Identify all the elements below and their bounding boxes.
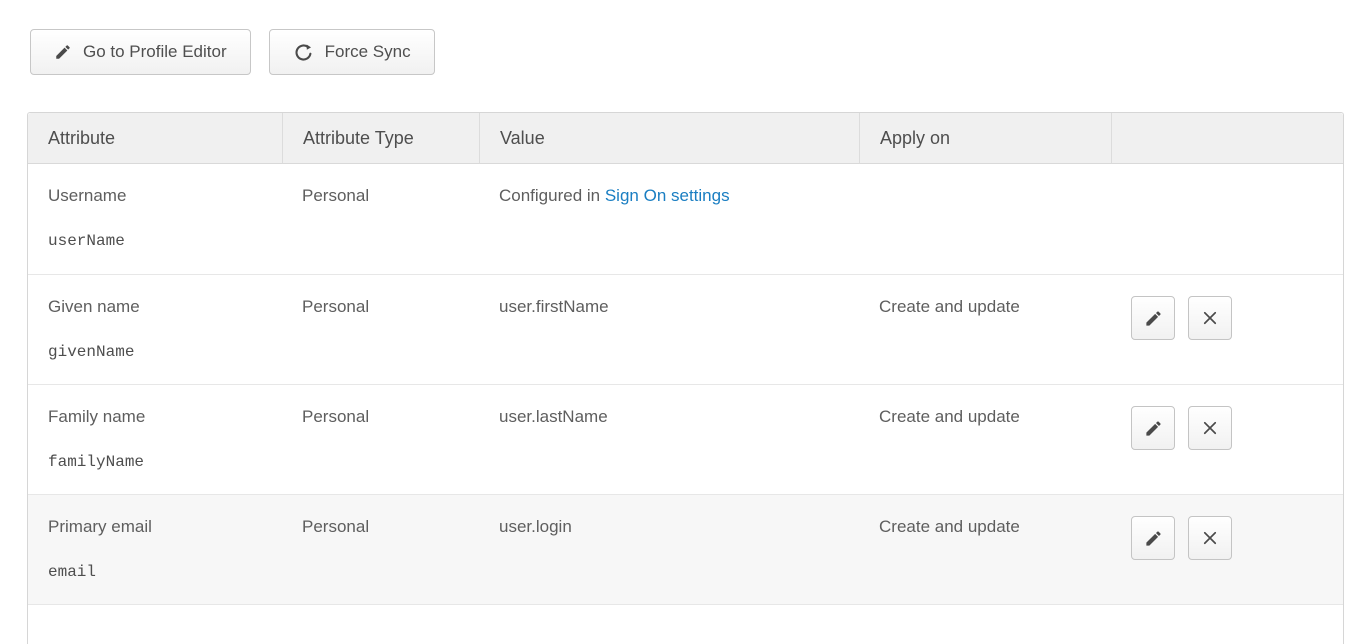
column-header-attribute-type: Attribute Type xyxy=(282,113,479,164)
attribute-value: Configured in Sign On settings xyxy=(499,185,849,207)
close-icon xyxy=(1201,309,1219,327)
refresh-icon xyxy=(293,42,314,63)
sign-on-settings-link[interactable]: Sign On settings xyxy=(605,186,730,205)
edit-mapping-button[interactable] xyxy=(1131,516,1175,560)
go-to-profile-editor-label: Go to Profile Editor xyxy=(83,42,227,62)
edit-mapping-button[interactable] xyxy=(1131,296,1175,340)
row-actions xyxy=(1131,516,1333,560)
table-header-row: Attribute Attribute Type Value Apply on xyxy=(28,113,1343,164)
table-row-family-name: Family name familyName Personal user.las… xyxy=(28,384,1343,494)
attribute-mappings-page: Go to Profile Editor Force Sync Attribut… xyxy=(0,0,1370,644)
table-row-username: Username userName Personal Configured in… xyxy=(28,164,1343,274)
attribute-label: Family name xyxy=(48,406,272,428)
pencil-icon xyxy=(54,43,72,61)
delete-mapping-button[interactable] xyxy=(1188,406,1232,450)
attribute-variable-name: userName xyxy=(48,231,272,251)
pencil-icon xyxy=(1144,419,1163,438)
pencil-icon xyxy=(1144,309,1163,328)
attribute-variable-name: givenName xyxy=(48,342,272,362)
go-to-profile-editor-button[interactable]: Go to Profile Editor xyxy=(30,29,251,75)
attribute-variable-name: email xyxy=(48,562,272,582)
attribute-variable-name: familyName xyxy=(48,452,272,472)
row-actions xyxy=(1131,296,1333,340)
attribute-label: Given name xyxy=(48,296,272,318)
row-actions xyxy=(1131,406,1333,450)
table-row-partial xyxy=(28,604,1343,644)
attribute-value: user.lastName xyxy=(499,406,849,428)
attribute-type: Personal xyxy=(302,406,469,428)
attribute-type: Personal xyxy=(302,516,469,538)
table-row-given-name: Given name givenName Personal user.first… xyxy=(28,274,1343,384)
value-prefix-text: Configured in xyxy=(499,186,605,205)
column-header-apply-on: Apply on xyxy=(859,113,1111,164)
attribute-mappings-table: Attribute Attribute Type Value Apply on … xyxy=(27,112,1344,644)
attribute-value: user.firstName xyxy=(499,296,849,318)
close-icon xyxy=(1201,529,1219,547)
attribute-type: Personal xyxy=(302,296,469,318)
attribute-label: Username xyxy=(48,185,272,207)
attribute-value: user.login xyxy=(499,516,849,538)
column-header-attribute: Attribute xyxy=(28,113,282,164)
apply-on-value: Create and update xyxy=(879,516,1101,538)
apply-on-value: Create and update xyxy=(879,406,1101,428)
column-header-actions xyxy=(1111,113,1343,164)
attribute-type: Personal xyxy=(302,185,469,207)
attribute-label: Primary email xyxy=(48,516,272,538)
attribute-mappings-table-container: Attribute Attribute Type Value Apply on … xyxy=(27,112,1342,644)
table-row-primary-email: Primary email email Personal user.login … xyxy=(28,494,1343,604)
force-sync-button[interactable]: Force Sync xyxy=(269,29,435,75)
apply-on-value: Create and update xyxy=(879,296,1101,318)
column-header-value: Value xyxy=(479,113,859,164)
edit-mapping-button[interactable] xyxy=(1131,406,1175,450)
force-sync-label: Force Sync xyxy=(325,42,411,62)
close-icon xyxy=(1201,419,1219,437)
delete-mapping-button[interactable] xyxy=(1188,296,1232,340)
toolbar: Go to Profile Editor Force Sync xyxy=(30,29,1370,75)
delete-mapping-button[interactable] xyxy=(1188,516,1232,560)
pencil-icon xyxy=(1144,529,1163,548)
